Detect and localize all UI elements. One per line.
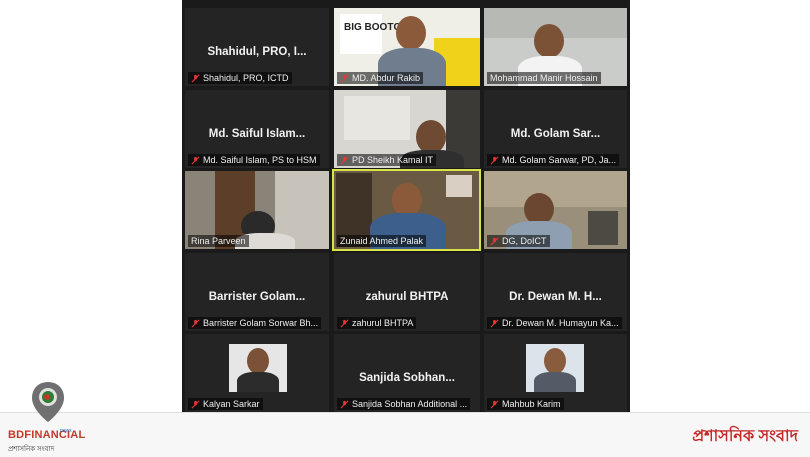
participant-label: zahurul BHTPA bbox=[337, 317, 417, 329]
muted-mic-icon bbox=[191, 74, 200, 82]
participant-label: Zunaid Ahmed Palak bbox=[337, 235, 427, 247]
desk-items bbox=[588, 211, 618, 245]
participant-tile[interactable]: Barrister Golam... Barrister Golam Sorwa… bbox=[185, 253, 329, 331]
participant-tile[interactable]: BIG BOOTCAMP MD. Abdur Rakib bbox=[334, 8, 480, 86]
participant-tile[interactable]: DG, DoICT bbox=[484, 171, 627, 249]
person-head bbox=[416, 120, 446, 154]
participant-label: Kalyan Sarkar bbox=[188, 398, 263, 410]
participant-label: Mohammad Manir Hossain bbox=[487, 72, 601, 84]
muted-mic-icon bbox=[340, 400, 349, 408]
brand-tag: news bbox=[60, 428, 72, 434]
brand-logo-text: BDFINANCIAL bbox=[8, 429, 86, 441]
participant-tile[interactable]: Md. Saiful Islam... Md. Saiful Islam, PS… bbox=[185, 90, 329, 168]
participant-label: PD Sheikh Kamal IT bbox=[337, 154, 437, 166]
participant-tile[interactable]: Shahidul, PRO, I... Shahidul, PRO, ICTD bbox=[185, 8, 329, 86]
participant-label: DG, DoICT bbox=[487, 235, 550, 247]
participant-display-name: Shahidul, PRO, I... bbox=[207, 46, 307, 58]
participant-display-name: Sanjida Sobhan... bbox=[359, 372, 455, 384]
participant-label: Md. Golam Sarwar, PD, Ja... bbox=[487, 154, 620, 166]
participant-display-name: Dr. Dewan M. H... bbox=[509, 291, 602, 303]
participant-label: Sanjida Sobhan Additional ... bbox=[337, 398, 471, 410]
participant-label: Shahidul, PRO, ICTD bbox=[188, 72, 292, 84]
video-grid: Shahidul, PRO, I... Shahidul, PRO, ICTD … bbox=[182, 0, 630, 412]
participant-display-name: Md. Saiful Islam... bbox=[208, 128, 306, 140]
participant-tile[interactable]: zahurul BHTPA zahurul BHTPA bbox=[334, 253, 480, 331]
person-head bbox=[534, 24, 564, 58]
brand-subtitle: প্রশাসনিক সংবাদ bbox=[8, 446, 55, 453]
participant-display-name: Md. Golam Sar... bbox=[510, 128, 601, 140]
participant-tile[interactable]: Md. Golam Sar... Md. Golam Sarwar, PD, J… bbox=[484, 90, 627, 168]
participant-label: Dr. Dewan M. Humayun Ka... bbox=[487, 317, 622, 329]
participant-label: Mahbub Karim bbox=[487, 398, 564, 410]
muted-mic-icon bbox=[490, 156, 499, 164]
participant-label: Rina Parveen bbox=[188, 235, 249, 247]
muted-mic-icon bbox=[191, 156, 200, 164]
muted-mic-icon bbox=[340, 319, 349, 327]
participant-tile[interactable]: Rina Parveen bbox=[185, 171, 329, 249]
wall-photo bbox=[446, 175, 472, 197]
participant-display-name: zahurul BHTPA bbox=[365, 291, 449, 303]
muted-mic-icon bbox=[490, 319, 499, 327]
muted-mic-icon bbox=[490, 400, 499, 408]
participant-tile[interactable]: Sanjida Sobhan... Sanjida Sobhan Additio… bbox=[334, 334, 480, 412]
participant-display-name: Barrister Golam... bbox=[208, 291, 306, 303]
participant-tile[interactable]: Kalyan Sarkar bbox=[185, 334, 329, 412]
participant-tile[interactable]: Dr. Dewan M. H... Dr. Dewan M. Humayun K… bbox=[484, 253, 627, 331]
participant-tile[interactable]: Mahbub Karim bbox=[484, 334, 627, 412]
window bbox=[344, 96, 410, 140]
participant-label: MD. Abdur Rakib bbox=[337, 72, 424, 84]
bottom-banner bbox=[0, 412, 810, 457]
location-pin-icon bbox=[32, 382, 64, 422]
participant-label: Md. Saiful Islam, PS to HSM bbox=[188, 154, 320, 166]
muted-mic-icon bbox=[490, 237, 499, 245]
banner-title: প্রশাসনিক সংবাদ bbox=[692, 428, 798, 445]
profile-photo bbox=[229, 344, 287, 392]
wall bbox=[484, 171, 627, 207]
muted-mic-icon bbox=[340, 156, 349, 164]
person-head bbox=[392, 183, 422, 217]
participant-label: Barrister Golam Sorwar Bh... bbox=[188, 317, 322, 329]
profile-photo bbox=[526, 344, 584, 392]
muted-mic-icon bbox=[191, 400, 200, 408]
participant-tile[interactable]: PD Sheikh Kamal IT bbox=[334, 90, 480, 168]
muted-mic-icon bbox=[191, 319, 200, 327]
poster-background bbox=[340, 14, 382, 54]
person-head bbox=[396, 16, 426, 50]
active-speaker-tile[interactable]: Zunaid Ahmed Palak bbox=[332, 169, 481, 251]
participant-tile[interactable]: Mohammad Manir Hossain bbox=[484, 8, 627, 86]
muted-mic-icon bbox=[340, 74, 349, 82]
